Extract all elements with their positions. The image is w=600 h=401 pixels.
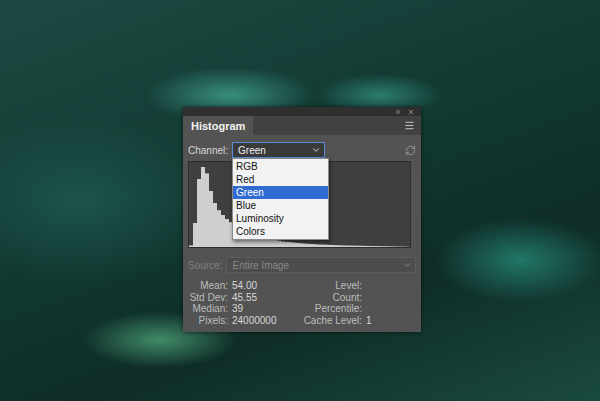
histogram-bar (317, 244, 321, 247)
source-dropdown: Entire Image (226, 257, 416, 273)
chevron-down-icon (402, 260, 412, 270)
histogram-bar (289, 242, 293, 247)
histogram-bar (269, 239, 273, 247)
histogram-bar (233, 225, 237, 247)
histogram-bar (277, 241, 281, 247)
stat-label: Count: (302, 292, 362, 304)
channel-option[interactable]: RGB (233, 160, 328, 173)
channel-option[interactable]: Luminosity (233, 212, 328, 225)
histogram-bar (333, 245, 337, 247)
panel-tab[interactable]: Histogram (183, 116, 253, 135)
histogram-bar (301, 243, 305, 247)
histogram-bar (285, 242, 289, 247)
histogram-bar (237, 227, 241, 247)
channel-option[interactable]: Blue (233, 199, 328, 212)
histogram-bar (273, 240, 277, 247)
histogram-bar (397, 246, 401, 247)
statistics: Mean: 54.00 Std Dev: 45.55 Median: 39 Pixels: 2… (188, 280, 416, 326)
histogram-bar (337, 245, 341, 247)
stat-value: 1 (366, 315, 416, 327)
histogram-bar (361, 246, 365, 247)
histogram-bar (305, 244, 309, 247)
histogram-panel: HistogramChannel:GreenRGBRedGreenBlueLum… (183, 107, 421, 332)
histogram-bar (197, 179, 201, 247)
stat-value: 39 (232, 303, 302, 315)
histogram-bar (209, 191, 213, 247)
histogram-bar (349, 246, 353, 247)
histogram-bar (369, 246, 373, 247)
histogram-bar (313, 244, 317, 247)
histogram-bar (321, 245, 325, 247)
histogram-bar (189, 245, 193, 247)
histogram-bar (341, 245, 345, 247)
histogram-bar (217, 210, 221, 247)
histogram-bar (357, 246, 361, 247)
stat-label: Median: (188, 303, 228, 315)
stat-label: Mean: (188, 280, 228, 292)
source-label: Source: (188, 260, 222, 271)
histogram-bar (297, 243, 301, 247)
histogram-bar (401, 246, 405, 247)
histogram-bar (245, 231, 249, 247)
histogram-bar (325, 245, 329, 247)
channel-option[interactable]: Red (233, 173, 328, 186)
histogram-bar (265, 238, 269, 247)
histogram-bar (385, 246, 389, 247)
panel-title-strip (183, 107, 421, 116)
histogram-bar (309, 244, 313, 247)
histogram-bar (257, 236, 261, 247)
histogram-bar (213, 203, 217, 247)
channel-option[interactable]: Green (233, 186, 328, 199)
histogram-bar (377, 246, 381, 247)
refresh-icon (405, 145, 416, 156)
histogram-bar (345, 245, 349, 247)
histogram-bar (261, 237, 265, 247)
histogram-bar (225, 219, 229, 247)
channel-label: Channel: (188, 145, 228, 156)
menu-icon[interactable] (404, 120, 415, 131)
histogram-bar (221, 215, 225, 247)
histogram-bar (389, 246, 393, 247)
histogram-bar (373, 246, 377, 247)
histogram-bar (393, 246, 397, 247)
histogram-bar (241, 229, 245, 247)
close-icon[interactable] (407, 108, 415, 116)
channel-options: RGBRedGreenBlueLuminosityColors (232, 158, 329, 240)
histogram-bar (253, 234, 257, 247)
stat-value: 24000000 (232, 315, 302, 327)
stat-label: Cache Level: (302, 315, 362, 327)
histogram-bar (329, 245, 333, 247)
histogram-bar (381, 246, 385, 247)
channel-option[interactable]: Colors (233, 225, 328, 238)
histogram-bar (365, 246, 369, 247)
histogram-bar (293, 243, 297, 247)
histogram-bar (353, 246, 357, 247)
histogram-bar (281, 241, 285, 247)
histogram-bar (405, 246, 409, 247)
channel-dropdown[interactable]: Green (232, 142, 325, 158)
chevron-down-icon (311, 145, 321, 155)
tab-bar: Histogram (183, 116, 421, 135)
stat-label: Std Dev: (188, 292, 228, 304)
histogram-bar (249, 233, 253, 247)
histogram-bar (229, 222, 233, 247)
refresh-button[interactable] (405, 145, 416, 156)
stat-label: Pixels: (188, 315, 228, 327)
stat-label: Percentile: (302, 303, 362, 315)
stat-value: 45.55 (232, 292, 302, 304)
stat-value: 54.00 (232, 280, 302, 292)
photo-background: HistogramChannel:GreenRGBRedGreenBlueLum… (0, 0, 600, 401)
collapse-icon[interactable] (394, 108, 402, 116)
histogram-bar (201, 167, 205, 247)
histogram-bar (193, 223, 197, 247)
stat-label: Level: (302, 280, 362, 292)
histogram-bar (205, 173, 209, 247)
